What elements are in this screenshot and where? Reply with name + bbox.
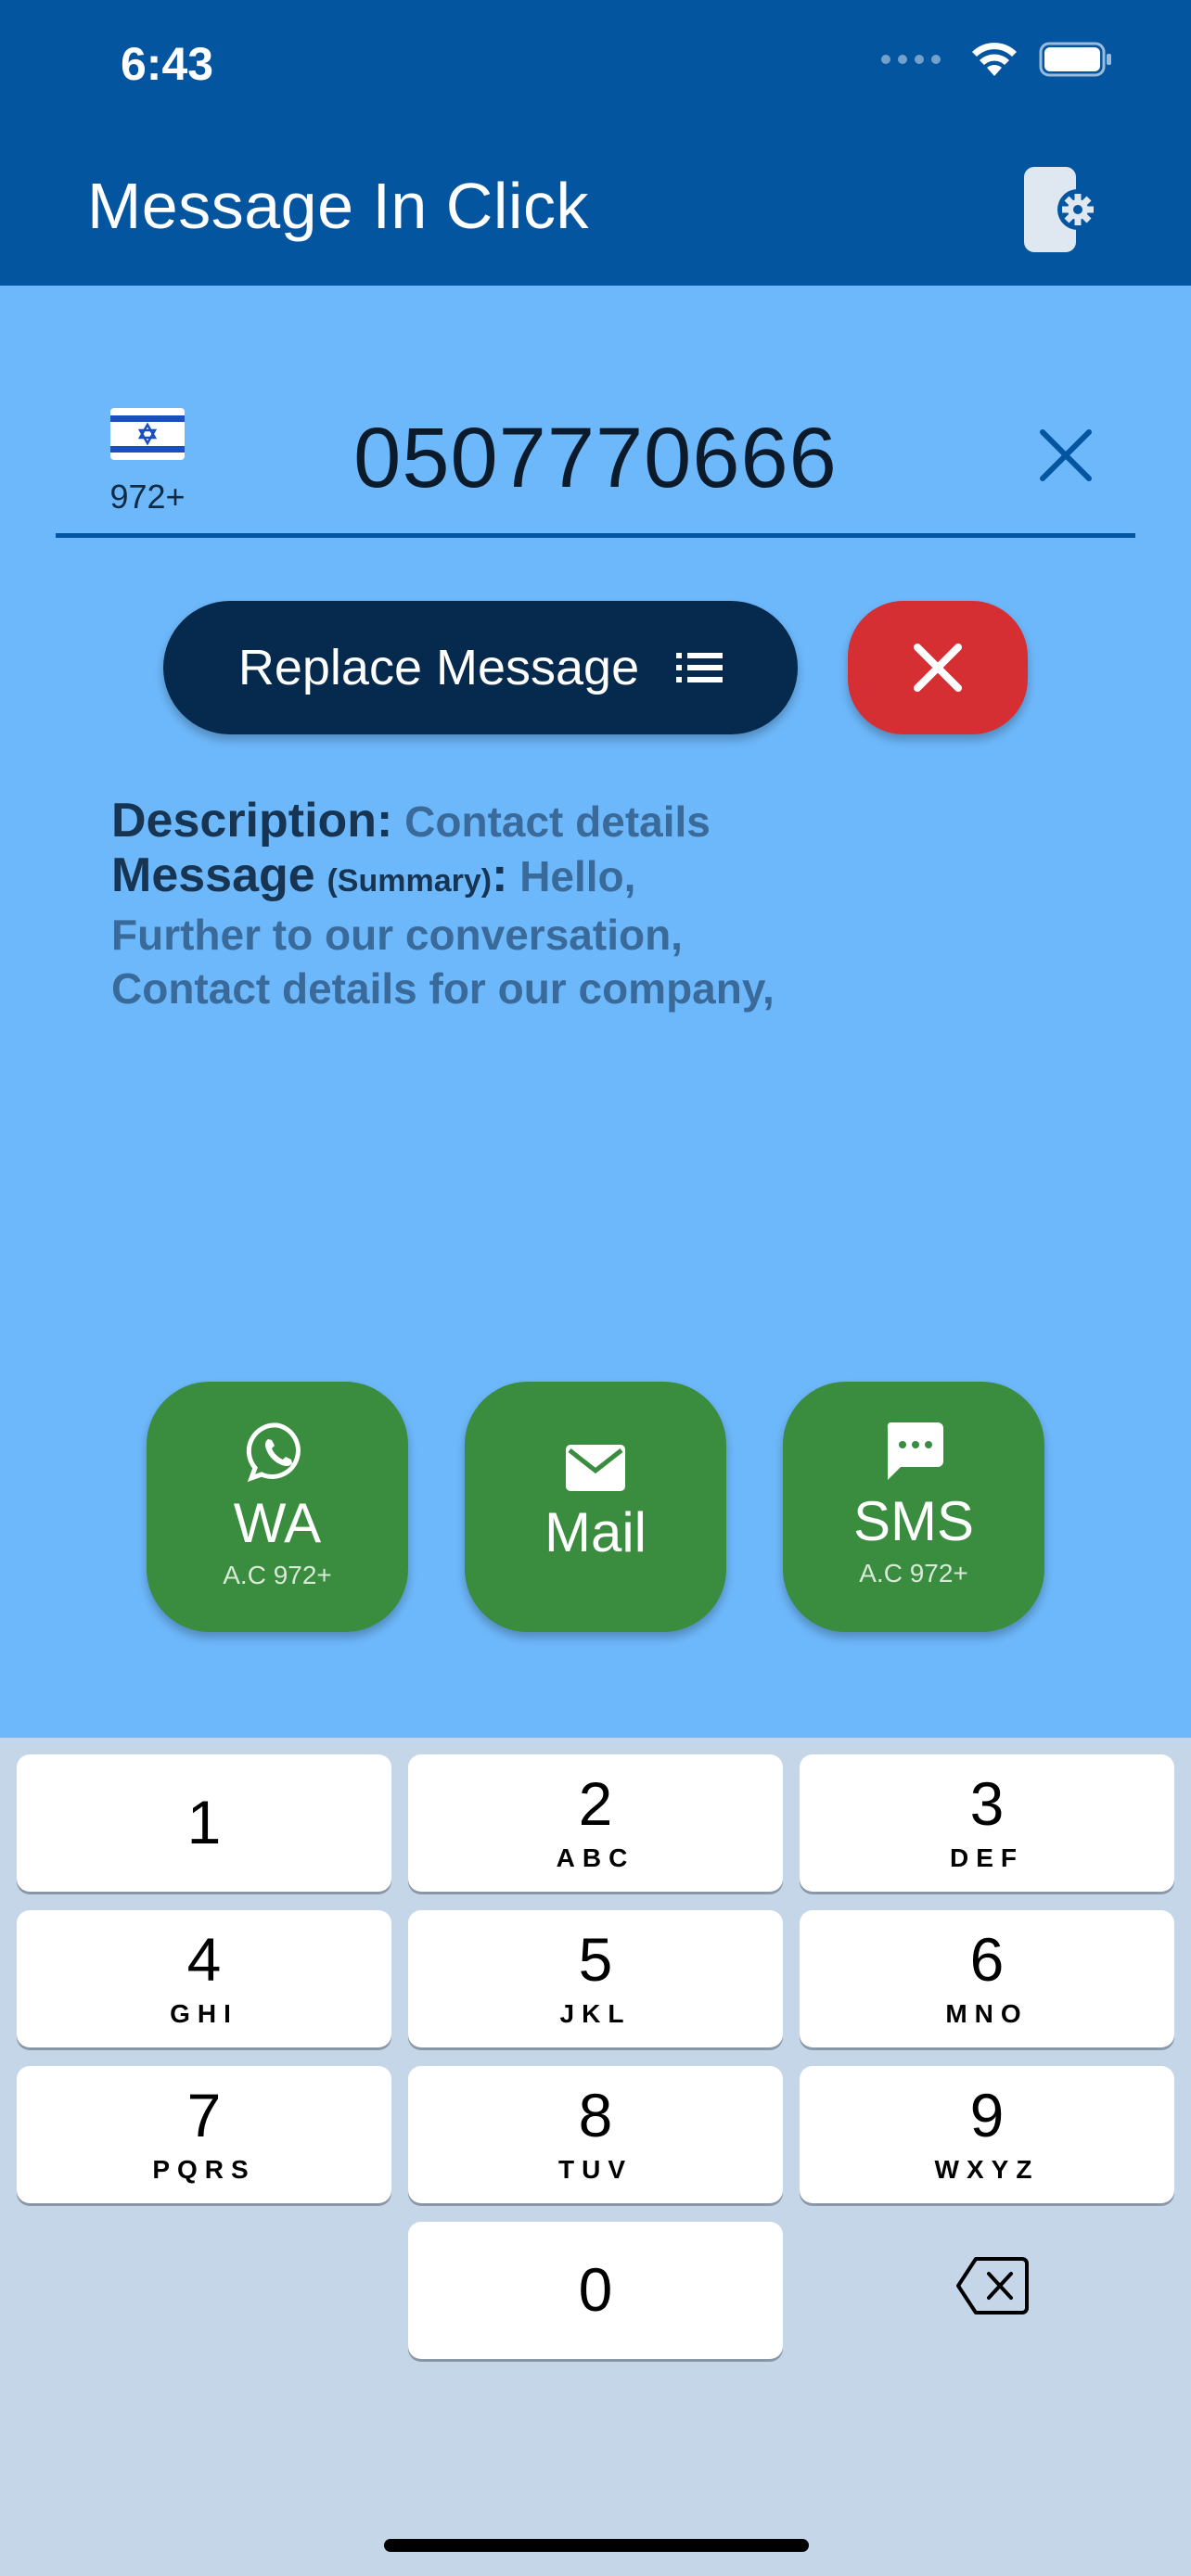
sms-icon	[887, 1422, 943, 1480]
key-letters: TUV	[558, 2155, 633, 2184]
message-details: Description: Contact details Message (Su…	[111, 794, 1113, 1015]
message-label: Message	[111, 848, 315, 902]
key-letters: JKL	[559, 1999, 632, 2028]
key-number: 1	[186, 1788, 222, 1856]
keypad-key-6[interactable]: 6 MNO	[800, 1910, 1174, 2047]
message-line: Message (Summary): Hello,	[111, 848, 1113, 908]
message-text-line-3: Contact details for our company,	[111, 964, 775, 1013]
key-letters: PQRS	[152, 2155, 256, 2184]
message-colon: :	[492, 848, 508, 902]
keypad-key-9[interactable]: 9 WXYZ	[800, 2066, 1174, 2203]
key-letters: ABC	[556, 1843, 635, 1872]
app-header: 6:43 Message In Click	[0, 0, 1191, 286]
whatsapp-button[interactable]: WA A.C 972+	[147, 1382, 408, 1632]
sms-label: SMS	[852, 1490, 975, 1552]
backspace-icon[interactable]	[955, 2253, 1030, 2318]
key-number: 2	[578, 1769, 613, 1838]
replace-message-label: Replace Message	[237, 640, 640, 695]
mail-label: Mail	[544, 1501, 647, 1563]
sms-area-code: A.C 972+	[859, 1559, 968, 1588]
key-number: 6	[969, 1925, 1005, 1994]
whatsapp-icon	[246, 1422, 301, 1483]
wifi-icon	[972, 43, 1017, 76]
home-indicator[interactable]	[384, 2539, 809, 2552]
key-number: 5	[578, 1925, 613, 1994]
keypad-key-8[interactable]: 8 TUV	[408, 2066, 783, 2203]
whatsapp-area-code: A.C 972+	[223, 1561, 332, 1589]
key-number: 0	[578, 2255, 613, 2324]
keypad-key-2[interactable]: 2 ABC	[408, 1754, 783, 1892]
key-letters: MNO	[945, 1999, 1029, 2028]
keypad-key-4[interactable]: 4 GHI	[17, 1910, 391, 2047]
key-number: 3	[969, 1769, 1005, 1838]
list-icon	[676, 653, 724, 682]
keypad-key-7[interactable]: 7 PQRS	[17, 2066, 391, 2203]
message-summary-label: (Summary)	[327, 863, 493, 899]
close-icon	[914, 644, 962, 692]
keypad-key-3[interactable]: 3 DEF	[800, 1754, 1174, 1892]
cancel-message-button[interactable]	[848, 601, 1028, 734]
app-screen: 6:43 Message In Click 972+ 0507770666 Re…	[0, 0, 1191, 2576]
key-number: 4	[186, 1925, 222, 1994]
mail-icon	[566, 1445, 625, 1491]
key-number: 8	[578, 2081, 613, 2149]
clear-phone-icon[interactable]	[1033, 423, 1098, 488]
whatsapp-label: WA	[233, 1492, 322, 1554]
keypad-key-1[interactable]: 1	[17, 1754, 391, 1892]
keypad-key-5[interactable]: 5 JKL	[408, 1910, 783, 2047]
battery-icon	[1039, 42, 1111, 77]
message-text-line-1: Hello,	[519, 852, 636, 900]
description-label: Description:	[111, 794, 393, 848]
signal-icon	[881, 55, 941, 64]
mail-button[interactable]: Mail	[465, 1382, 726, 1632]
description-line: Description: Contact details	[111, 794, 1113, 848]
phone-input-row[interactable]: 972+ 0507770666	[56, 389, 1135, 538]
key-number: 9	[969, 2081, 1005, 2149]
message-text-line-2: Further to our conversation,	[111, 911, 683, 959]
status-icons	[881, 41, 1113, 78]
key-letters: GHI	[170, 1999, 238, 2028]
key-letters: WXYZ	[934, 2155, 1040, 2184]
phone-number-input[interactable]: 0507770666	[56, 410, 1135, 507]
keypad-key-0[interactable]: 0	[408, 2222, 783, 2359]
status-time: 6:43	[121, 38, 214, 90]
key-letters: DEF	[950, 1843, 1024, 1872]
app-title: Message In Click	[87, 170, 589, 242]
sms-button[interactable]: SMS A.C 972+	[783, 1382, 1044, 1632]
device-settings-icon[interactable]	[1022, 165, 1102, 254]
replace-message-button[interactable]: Replace Message	[163, 601, 798, 734]
description-value: Contact details	[404, 797, 711, 846]
key-number: 7	[186, 2081, 222, 2149]
